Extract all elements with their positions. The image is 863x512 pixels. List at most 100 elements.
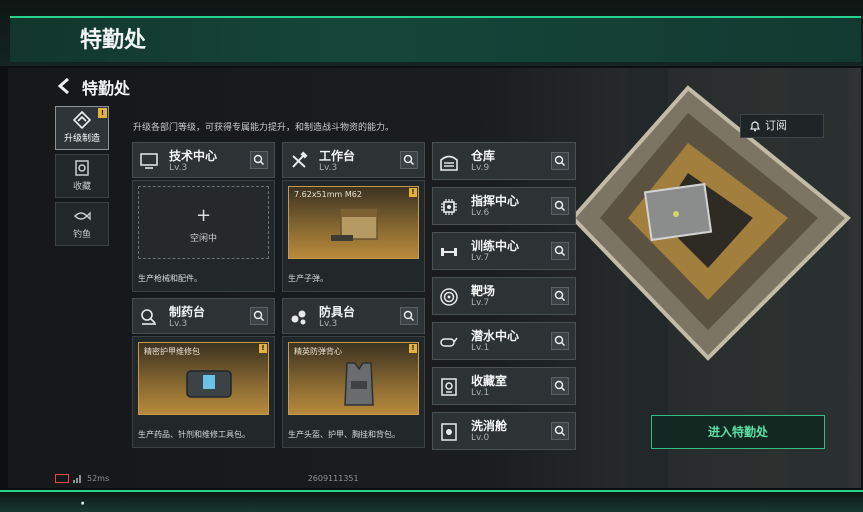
tab-collection[interactable]: 收藏 (55, 154, 109, 198)
fishing-icon (73, 211, 91, 221)
facility-name: 制药台 (169, 305, 206, 319)
tab-fishing[interactable]: 钓鱼 (55, 202, 109, 246)
facility-collection-room[interactable]: 收藏室 Lv.1 (432, 367, 576, 405)
monitor-icon (140, 153, 158, 169)
product-name: 精英防弹背心 (294, 347, 342, 356)
trophy-icon (441, 378, 457, 396)
hazard-icon (441, 423, 457, 441)
page-title: 特勤处 (82, 79, 131, 98)
ammo-box-icon (331, 208, 378, 241)
facility-decontamination[interactable]: 洗消舱 Lv.0 (432, 412, 576, 450)
search-button[interactable] (551, 152, 569, 170)
search-icon (554, 155, 565, 166)
facility-name: 训练中心 (471, 239, 520, 253)
product-name: 7.62x51mm M62 (294, 190, 362, 199)
search-button[interactable] (551, 197, 569, 215)
facility-description: 生产枪械和配件。 (138, 274, 202, 283)
tab-collection-label: 收藏 (72, 182, 91, 192)
facility-level: Lv.1 (471, 388, 490, 398)
facility-level: Lv.6 (471, 208, 490, 218)
facility-name: 防具台 (319, 305, 356, 319)
facility-name: 靶场 (471, 284, 496, 298)
facility-level: Lv.7 (471, 253, 490, 263)
chip-icon (441, 199, 457, 215)
notification-badge: ! (259, 344, 267, 353)
facility-name: 洗消舱 (471, 419, 508, 433)
user-id: 2609111351 (307, 474, 359, 483)
search-button[interactable] (250, 307, 268, 325)
facility-level: Lv.3 (319, 319, 338, 329)
search-button[interactable] (400, 307, 418, 325)
facility-header-pharmacy[interactable]: 制药台 Lv.3 (132, 298, 275, 334)
facility-header-armor-bench[interactable]: 防具台 Lv.3 (282, 298, 425, 334)
search-icon (403, 310, 414, 321)
ping-label: 52ms (87, 474, 110, 483)
facility-description: 生产头盔、护甲、胸挂和背包。 (288, 430, 400, 439)
product-name: 精密护甲维修包 (144, 347, 200, 356)
facility-name: 仓库 (471, 149, 496, 163)
search-button[interactable] (400, 151, 418, 169)
repair-kit-icon (186, 370, 232, 398)
facility-name: 技术中心 (169, 149, 218, 163)
search-icon (253, 310, 264, 321)
notification-badge: ! (409, 188, 417, 197)
tab-upgrade-craft[interactable]: 升级制造 ! (55, 106, 109, 150)
vest-icon (344, 362, 374, 406)
warehouse-icon (440, 155, 458, 171)
search-icon (403, 154, 414, 165)
facility-level: Lv.3 (319, 163, 338, 173)
search-button[interactable] (551, 332, 569, 350)
facility-name: 潜水中心 (471, 329, 520, 343)
search-button[interactable] (250, 151, 268, 169)
notification-badge: ! (98, 108, 107, 118)
page-subtitle: 升级各部门等级，可获得专属能力提升，和制造战斗物资的能力。 (133, 123, 395, 133)
production-slot[interactable]: 精英防弹背心 ! (288, 342, 419, 415)
search-icon (554, 200, 565, 211)
tools-icon (292, 151, 308, 168)
status-bar: 52ms 2609111351 (55, 474, 359, 483)
notification-badge: ! (409, 344, 417, 353)
target-icon (440, 288, 458, 306)
facility-level: Lv.3 (169, 163, 188, 173)
facility-header-workbench[interactable]: 工作台 Lv.3 (282, 142, 425, 178)
facility-warehouse[interactable]: 仓库 Lv.9 (432, 142, 576, 180)
facility-name: 工作台 (319, 149, 356, 163)
search-icon (554, 425, 565, 436)
tab-fishing-label: 钓鱼 (72, 230, 91, 240)
facility-description: 生产子弹。 (288, 274, 328, 283)
production-slot[interactable]: 7.62x51mm M62 ! (288, 186, 419, 259)
subscribe-label: 订阅 (765, 119, 787, 132)
diving-icon (440, 337, 458, 347)
search-button[interactable] (551, 242, 569, 260)
facility-level: Lv.7 (471, 298, 490, 308)
slot-status-label: 空闲中 (189, 234, 217, 244)
facility-body-pharmacy: 精密护甲维修包 ! 生产药品、针剂和维修工具包。 (132, 336, 275, 448)
subscribe-button[interactable]: 订阅 (740, 114, 824, 138)
search-icon (253, 154, 264, 165)
tab-upgrade-craft-label: 升级制造 (63, 134, 100, 144)
upgrade-icon (73, 111, 91, 129)
search-button[interactable] (551, 422, 569, 440)
facility-level: Lv.9 (471, 163, 490, 173)
facility-body-tech-center: + 空闲中 生产枪械和配件。 (132, 180, 275, 292)
facility-training-center[interactable]: 训练中心 Lv.7 (432, 232, 576, 270)
search-button[interactable] (551, 377, 569, 395)
search-icon (554, 380, 565, 391)
production-slot-idle[interactable]: + 空闲中 (138, 186, 269, 259)
facility-name: 收藏室 (471, 374, 508, 388)
enter-special-ops-button[interactable]: 进入特勤处 (651, 415, 825, 449)
add-production-icon: + (195, 205, 212, 226)
facility-description: 生产药品、针剂和维修工具包。 (138, 430, 250, 439)
bell-icon (750, 121, 760, 132)
search-button[interactable] (551, 287, 569, 305)
search-icon (554, 290, 565, 301)
facility-body-workbench: 7.62x51mm M62 ! 生产子弹。 (282, 180, 425, 292)
armor-icon (291, 310, 306, 325)
facility-command-center[interactable]: 指挥中心 Lv.6 (432, 187, 576, 225)
facility-body-armor-bench: 精英防弹背心 ! 生产头盔、护甲、胸挂和背包。 (282, 336, 425, 448)
facility-header-tech-center[interactable]: 技术中心 Lv.3 (132, 142, 275, 178)
facility-shooting-range[interactable]: 靶场 Lv.7 (432, 277, 576, 315)
production-slot[interactable]: 精密护甲维修包 ! (138, 342, 269, 415)
facility-diving-center[interactable]: 潜水中心 Lv.1 (432, 322, 576, 360)
back-arrow-icon[interactable] (56, 76, 72, 96)
